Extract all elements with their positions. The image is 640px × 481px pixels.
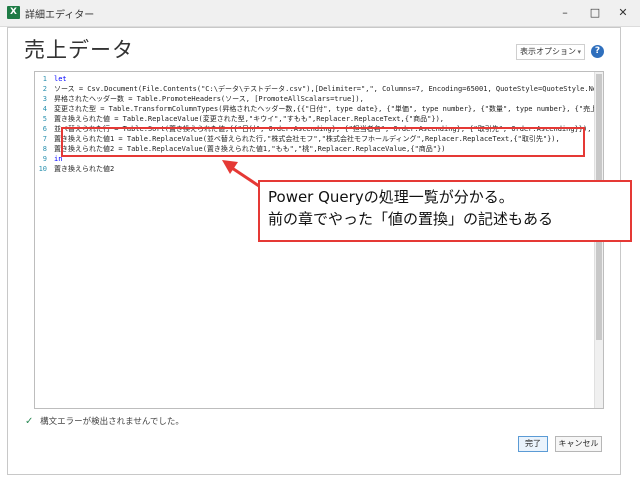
code-line: 3 昇格されたヘッダー数 = Table.PromoteHeaders(ソース,… [35,94,595,104]
code-line: 10 置き換えられた値2 [35,164,595,174]
cancel-button[interactable]: キャンセル [555,436,602,452]
line-number: 9 [42,155,47,163]
syntax-status-text: 構文エラーが検出されませんでした。 [40,417,184,427]
check-icon: ✓ [25,416,34,427]
window-title: 詳細エディター [25,10,95,21]
line-number: 7 [42,135,47,143]
minimize-button[interactable]: – [550,0,580,26]
done-button[interactable]: 完了 [518,436,548,452]
line-number: 1 [42,75,47,83]
code-line: 4 変更された型 = Table.TransformColumnTypes(昇格… [35,104,603,114]
page-title: 売上データ [24,38,134,62]
code-line: 1 let [35,74,595,84]
close-button[interactable]: ✕ [608,0,638,26]
line-number: 6 [42,125,47,133]
syntax-status: ✓ 構文エラーが検出されませんでした。 [25,415,184,427]
line-number: 2 [42,85,47,93]
chevron-down-icon: ▾ [577,48,581,56]
line-number: 5 [42,115,47,123]
code-text: ソース = Csv.Document(File.Contents("C:\データ… [54,85,604,93]
code-line: 5 置き換えられた値 = Table.ReplaceValue(変更された型,"… [35,114,595,124]
line-number: 10 [38,165,47,173]
line-number: 4 [42,105,47,113]
highlight-box [61,127,585,157]
display-options-label: 表示オプション [520,47,576,56]
title-bar: X 詳細エディター – □ ✕ [0,0,640,27]
callout-line-2: 前の章でやった「値の置換」の記述もある [268,210,554,228]
code-text: 昇格されたヘッダー数 = Table.PromoteHeaders(ソース, [… [54,95,364,103]
line-number: 3 [42,95,47,103]
help-icon[interactable]: ? [591,45,604,58]
code-text: let [54,75,67,83]
code-text: 置き換えられた値 = Table.ReplaceValue(変更された型,"キウ… [54,115,445,123]
maximize-button[interactable]: □ [580,0,610,26]
line-number: 8 [42,145,47,153]
callout-text: Power Queryの処理一覧が分かる。 前の章でやった「値の置換」の記述もあ… [268,186,553,230]
callout-line-1: Power Queryの処理一覧が分かる。 [268,188,514,206]
code-line: 2 ソース = Csv.Document(File.Contents("C:\デ… [35,84,603,94]
display-options-dropdown[interactable]: 表示オプション ▾ [516,44,585,60]
code-text: 置き換えられた値2 [54,165,115,173]
annotation-callout: Power Queryの処理一覧が分かる。 前の章でやった「値の置換」の記述もあ… [258,180,632,242]
code-text: 変更された型 = Table.TransformColumnTypes(昇格され… [54,105,604,113]
excel-icon: X [7,6,20,19]
